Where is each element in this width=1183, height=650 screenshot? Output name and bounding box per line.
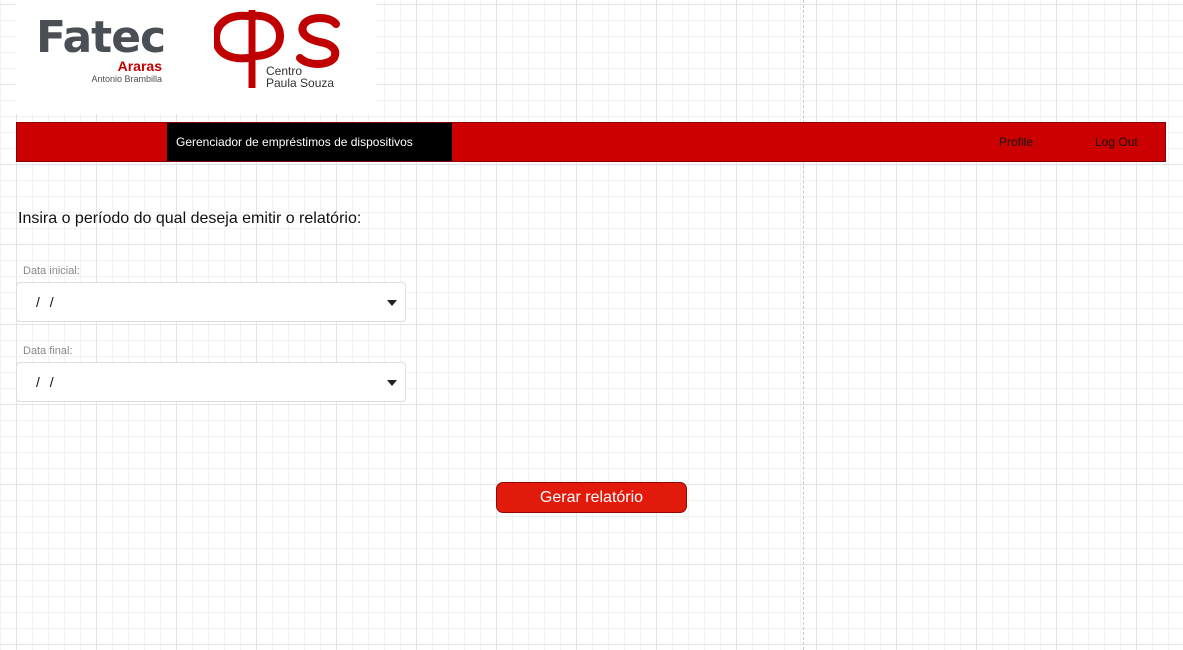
end-date-label: Data final:: [23, 345, 73, 357]
cps-logo-line2: Paula Souza: [266, 76, 335, 90]
cps-logo-text: Centro Paula Souza: [266, 65, 334, 89]
start-date-value: / /: [36, 294, 57, 310]
start-date-input[interactable]: / /: [16, 282, 406, 322]
fatec-logo: Fatec Araras Antonio Brambilla: [36, 12, 166, 90]
end-date-dropdown-icon[interactable]: [387, 380, 397, 386]
report-instruction: Insira o período do qual deseja emitir o…: [18, 210, 362, 227]
fatec-logo-name: Fatec: [36, 12, 166, 63]
fatec-logo-city: Araras: [117, 58, 162, 74]
fatec-logo-subtitle: Antonio Brambilla: [91, 74, 162, 84]
center-guide-line: [803, 0, 804, 650]
generate-report-button[interactable]: Gerar relatório: [496, 482, 687, 513]
navbar-title: Gerenciador de empréstimos de dispositiv…: [167, 123, 452, 161]
navbar: Gerenciador de empréstimos de dispositiv…: [16, 122, 1166, 162]
start-date-dropdown-icon[interactable]: [387, 300, 397, 306]
logo-header: Fatec Araras Antonio Brambilla Centro Pa…: [16, 0, 376, 114]
start-date-label: Data inicial:: [23, 265, 80, 277]
nav-link-logout[interactable]: Log Out: [1095, 123, 1138, 161]
end-date-value: / /: [36, 374, 57, 390]
end-date-input[interactable]: / /: [16, 362, 406, 402]
cps-logo: Centro Paula Souza: [214, 8, 344, 94]
nav-link-profile[interactable]: Profile: [999, 123, 1033, 161]
